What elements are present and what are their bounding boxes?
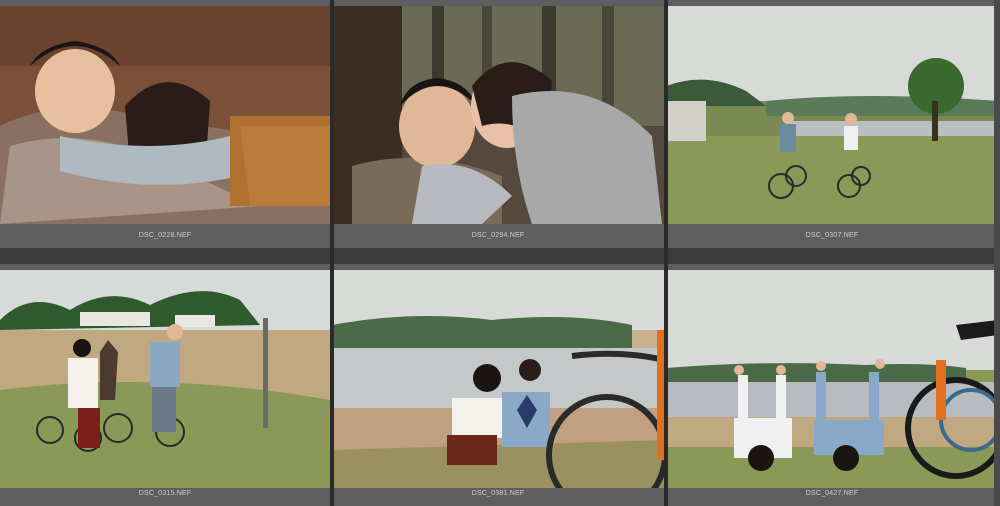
grid-cell-3[interactable]: DSC_0307.NEF: [666, 0, 998, 248]
photo-filename: DSC_0294.NEF: [471, 232, 525, 239]
grid-cell-1[interactable]: DSC_0228.NEF: [0, 0, 330, 248]
photo-grid: DSC_0228.NEF DSC_0294.NEF DSC_0307.NEF D…: [0, 0, 1000, 506]
photo-filename: DSC_0427.NEF: [805, 490, 859, 497]
grid-cell-2[interactable]: DSC_0294.NEF: [332, 0, 664, 248]
photo-filename: DSC_0315.NEF: [138, 490, 192, 497]
photo-filename: DSC_0228.NEF: [138, 232, 192, 239]
grid-cell-6[interactable]: DSC_0427.NEF: [666, 264, 998, 506]
photo-thumbnail[interactable]: [666, 6, 998, 224]
grid-cell-5[interactable]: DSC_0381.NEF: [332, 264, 664, 506]
column-divider: [330, 0, 334, 506]
grid-scrollbar[interactable]: [994, 0, 1000, 506]
photo-thumbnail[interactable]: [0, 270, 330, 488]
column-divider: [664, 0, 668, 506]
photo-thumbnail[interactable]: [332, 270, 664, 488]
photo-thumbnail[interactable]: [666, 270, 998, 488]
photo-filename: DSC_0307.NEF: [805, 232, 859, 239]
photo-thumbnail[interactable]: [332, 6, 664, 224]
photo-filename: DSC_0381.NEF: [471, 490, 525, 497]
photo-thumbnail[interactable]: [0, 6, 330, 224]
grid-cell-4[interactable]: DSC_0315.NEF: [0, 264, 330, 506]
